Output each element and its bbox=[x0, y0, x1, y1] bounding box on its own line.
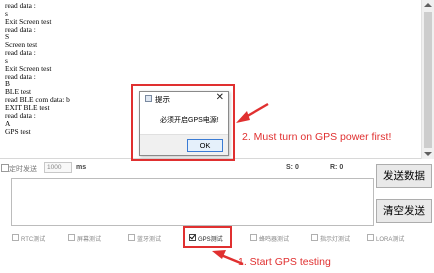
scroll-up-icon[interactable] bbox=[424, 3, 432, 7]
scroll-down-icon[interactable] bbox=[424, 152, 432, 156]
log-line: s bbox=[5, 55, 8, 65]
send-data-button[interactable]: 发送数据 bbox=[376, 164, 432, 188]
log-line: Screen test bbox=[5, 40, 38, 50]
log-scrollbar[interactable] bbox=[421, 0, 434, 159]
window-icon bbox=[145, 95, 152, 102]
test-label: 蜂鸣器测试 bbox=[259, 237, 290, 243]
log-line: read data : bbox=[5, 71, 36, 81]
checkbox-box[interactable] bbox=[311, 234, 318, 241]
interval-unit: ms bbox=[76, 164, 87, 171]
checkbox-box[interactable] bbox=[367, 234, 374, 241]
interval-input[interactable]: 1000 bbox=[44, 162, 72, 173]
alert-dialog: 提示 ✕ 必须开启GPS电源! OK bbox=[139, 91, 229, 156]
checkbox-box[interactable] bbox=[12, 234, 19, 241]
log-line: Exit Screen test bbox=[5, 63, 52, 73]
checkbox-box[interactable] bbox=[68, 234, 75, 241]
checkbox-box[interactable] bbox=[250, 234, 257, 241]
received-count: R: 0 bbox=[330, 164, 344, 171]
clear-send-button[interactable]: 清空发送 bbox=[376, 199, 432, 223]
test-label: RTC测试 bbox=[21, 237, 46, 243]
test-label: 蓝牙测试 bbox=[137, 237, 162, 243]
log-line: read data : bbox=[5, 48, 36, 58]
gps-power-annotation: 2. Must turn on GPS power first! bbox=[242, 131, 392, 143]
close-icon[interactable]: ✕ bbox=[216, 92, 224, 104]
test-label: 屏幕测试 bbox=[77, 237, 102, 243]
log-line: read data : bbox=[5, 1, 36, 10]
timed-send-checkbox[interactable] bbox=[1, 164, 9, 172]
dialog-message: 必须开启GPS电源! bbox=[160, 117, 219, 124]
timed-send-label: 定时发送 bbox=[9, 166, 37, 173]
sent-count: S: 0 bbox=[286, 164, 299, 171]
test-label: LORA测试 bbox=[376, 237, 405, 243]
dialog-footer: OK bbox=[140, 135, 228, 155]
log-line: read data : bbox=[5, 24, 36, 34]
log-line: s bbox=[5, 8, 8, 18]
serial-tool-window: read data : s Exit Screen test read data :S… bbox=[0, 0, 434, 273]
scroll-thumb[interactable] bbox=[424, 12, 432, 148]
ok-button[interactable]: OK bbox=[187, 139, 223, 152]
checkbox-box[interactable] bbox=[128, 234, 135, 241]
test-label: 指示灯测试 bbox=[320, 237, 351, 243]
start-gps-annotation: 1. Start GPS testing bbox=[238, 256, 331, 268]
send-input[interactable] bbox=[11, 178, 374, 226]
gps-test-highlight bbox=[183, 226, 232, 248]
dialog-titlebar: 提示 ✕ bbox=[140, 92, 228, 105]
log-line: Exit Screen test bbox=[5, 16, 52, 26]
dialog-title: 提示 bbox=[155, 95, 170, 104]
log-line: S bbox=[5, 32, 10, 42]
dialog-content: 必须开启GPS电源! bbox=[140, 105, 228, 135]
status-row: 定时发送 1000 ms S: 0 R: 0 bbox=[0, 160, 376, 176]
